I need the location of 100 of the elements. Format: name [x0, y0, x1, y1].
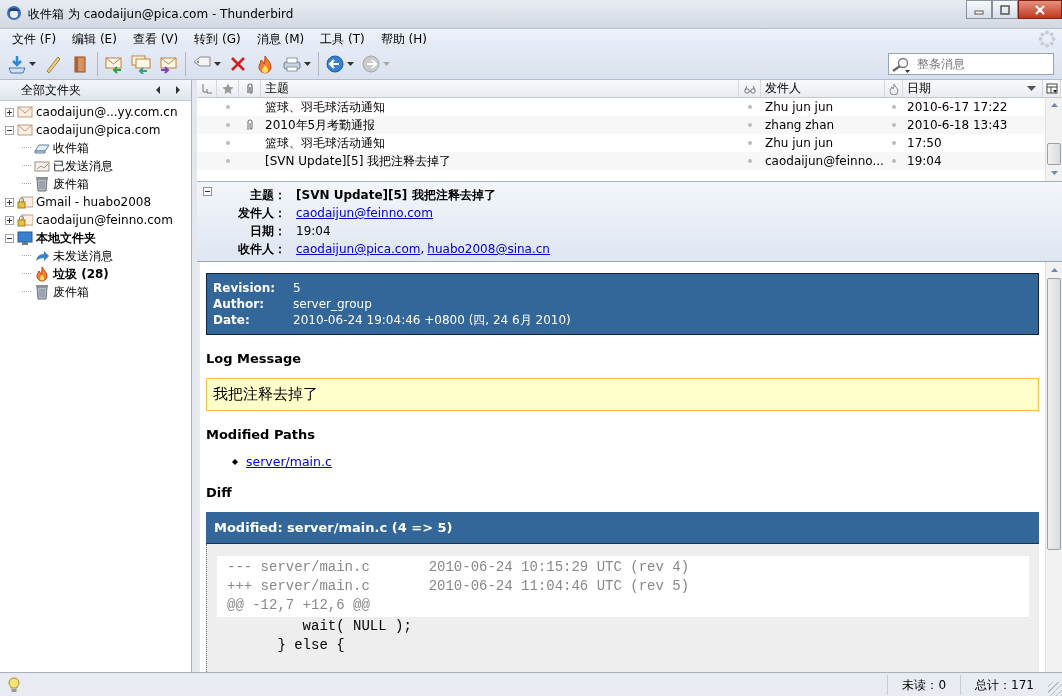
flame-icon: [34, 266, 50, 282]
field-label: 主题：: [249, 187, 286, 204]
envelope-icon: [17, 122, 33, 138]
star-icon[interactable]: [221, 82, 234, 95]
message-subject[interactable]: 篮球、羽毛球活动通知: [261, 134, 739, 152]
message-sender[interactable]: zhang zhan: [761, 116, 885, 134]
column-header[interactable]: 主题: [261, 80, 739, 97]
menu-item[interactable]: 消息 (M): [248, 30, 313, 48]
trash-can-icon: [34, 176, 50, 192]
scroll-down-arrow-icon[interactable]: [1050, 171, 1058, 175]
scrollbar[interactable]: [1045, 262, 1062, 672]
reply-all-button[interactable]: [128, 52, 154, 76]
email-link[interactable]: caodaijun@feinno.com: [296, 206, 433, 220]
thread-icon[interactable]: [200, 82, 213, 95]
sort-caret-icon: [1027, 86, 1036, 91]
message-date[interactable]: 2010-6-18 13:43: [903, 116, 1043, 134]
folder-item[interactable]: caodaijun@pica.com: [36, 123, 161, 137]
expand-toggle[interactable]: [5, 107, 14, 117]
collapse-toggle[interactable]: [203, 187, 212, 196]
menu-item[interactable]: 转到 (G): [186, 30, 249, 48]
message-sender[interactable]: Zhu jun jun: [761, 134, 885, 152]
folder-item[interactable]: 垃圾 (28): [53, 265, 109, 283]
lightbulb-icon: [8, 676, 20, 693]
envelope-arrow-icon: [158, 54, 178, 74]
diff-line: --- server/main.c 2010-06-24 10:15:29 UTC (rev 4): [227, 558, 691, 577]
tray-arrow-icon: [7, 54, 27, 74]
folder-item[interactable]: 本地文件夹: [36, 229, 96, 247]
menu-item[interactable]: 编辑 (E): [64, 30, 125, 48]
collapse-toggle[interactable]: [5, 125, 14, 135]
back-button[interactable]: [318, 52, 357, 76]
folder-item[interactable]: caodaijun@feinno.com: [36, 213, 173, 227]
info-label: Author:: [213, 296, 266, 312]
message-subject[interactable]: 篮球、羽毛球活动通知: [261, 98, 739, 116]
folder-view-title: 全部文件夹: [21, 81, 81, 99]
message-date[interactable]: 17:50: [903, 134, 1043, 152]
curved-arrow-icon: [34, 248, 50, 264]
dot-icon: [748, 105, 752, 109]
menu-item[interactable]: 帮助 (H): [372, 30, 435, 48]
message-date[interactable]: 2010-6-17 17:22: [903, 98, 1043, 116]
resize-grip[interactable]: [1048, 682, 1062, 696]
folder-item[interactable]: 废件箱: [53, 175, 89, 193]
scrollbar[interactable]: [1045, 97, 1062, 181]
message-date[interactable]: 19:04: [903, 152, 1043, 170]
code-line: wait( NULL );: [301, 617, 413, 636]
field-label: 日期：: [249, 223, 286, 240]
info-value: 2010-06-24 19:04:46 +0800 (四, 24 6月 2010): [293, 312, 572, 328]
envelope-arrow-icon: [104, 54, 124, 74]
column-header[interactable]: 发件人: [761, 80, 885, 97]
file-link[interactable]: server/main.c: [246, 454, 332, 469]
caret-icon: [383, 62, 390, 66]
envelope-icon: [17, 104, 33, 120]
padlock-envelope-icon: [17, 212, 33, 228]
scroll-up-arrow-icon[interactable]: [1050, 268, 1058, 272]
close-button[interactable]: [1018, 0, 1062, 19]
dot-icon: [892, 159, 896, 163]
paperclip-icon: [246, 119, 254, 131]
expand-toggle[interactable]: [5, 197, 14, 207]
dot-icon: [226, 141, 230, 145]
caret-icon: [29, 62, 36, 66]
caret-icon: [304, 62, 311, 66]
log-message: 我把注释去掉了: [206, 378, 1039, 411]
scroll-thumb[interactable]: [1047, 143, 1061, 165]
tag-button[interactable]: [185, 52, 224, 76]
column-picker-icon[interactable]: [1045, 82, 1058, 95]
folder-item[interactable]: 已发送消息: [53, 157, 113, 175]
expand-toggle[interactable]: [5, 215, 14, 225]
folder-item[interactable]: 未发送消息: [53, 247, 113, 265]
email-link[interactable]: huabo2008@sina.cn: [427, 242, 550, 256]
envelope-icon: [34, 158, 50, 174]
folder-item[interactable]: 收件箱: [53, 139, 89, 157]
message-subject[interactable]: 2010年5月考勤通报: [261, 116, 739, 134]
minimize-button[interactable]: [966, 0, 992, 19]
search-field[interactable]: 整条消息: [888, 53, 1054, 75]
folder-item[interactable]: caodaijun@...yy.com.cn: [36, 105, 178, 119]
separator: ,: [420, 242, 425, 256]
flame-icon[interactable]: [887, 82, 900, 95]
padlock-envelope-icon: [17, 194, 33, 210]
dot-icon: [226, 159, 230, 163]
folder-item[interactable]: Gmail - huabo2008: [36, 195, 152, 209]
dot-icon: [226, 105, 230, 109]
email-link[interactable]: caodaijun@pica.com: [296, 242, 421, 256]
menu-item[interactable]: 文件 (F): [4, 30, 65, 48]
folder-item[interactable]: 废件箱: [53, 283, 89, 301]
collapse-toggle[interactable]: [5, 233, 14, 243]
next-view-icon[interactable]: [175, 86, 181, 94]
menu-item[interactable]: 查看 (V): [124, 30, 187, 48]
maximize-button[interactable]: [992, 0, 1018, 19]
scroll-thumb[interactable]: [1047, 278, 1061, 550]
previous-view-icon[interactable]: [155, 86, 161, 94]
scroll-up-arrow-icon[interactable]: [1050, 103, 1058, 107]
field-value: 19:04: [296, 224, 331, 238]
menu-item[interactable]: 工具 (T): [312, 30, 373, 48]
message-sender[interactable]: caodaijun@feinno....: [761, 152, 885, 170]
message-subject[interactable]: [SVN Update][5] 我把注释去掉了: [261, 152, 739, 170]
code-line: } else {: [276, 636, 346, 655]
section-heading: Modified Paths: [206, 427, 317, 442]
bullet-icon: [232, 458, 238, 465]
message-sender[interactable]: Zhu jun jun: [761, 98, 885, 116]
printer-icon: [282, 54, 302, 74]
column-header[interactable]: 日期: [903, 80, 1043, 97]
